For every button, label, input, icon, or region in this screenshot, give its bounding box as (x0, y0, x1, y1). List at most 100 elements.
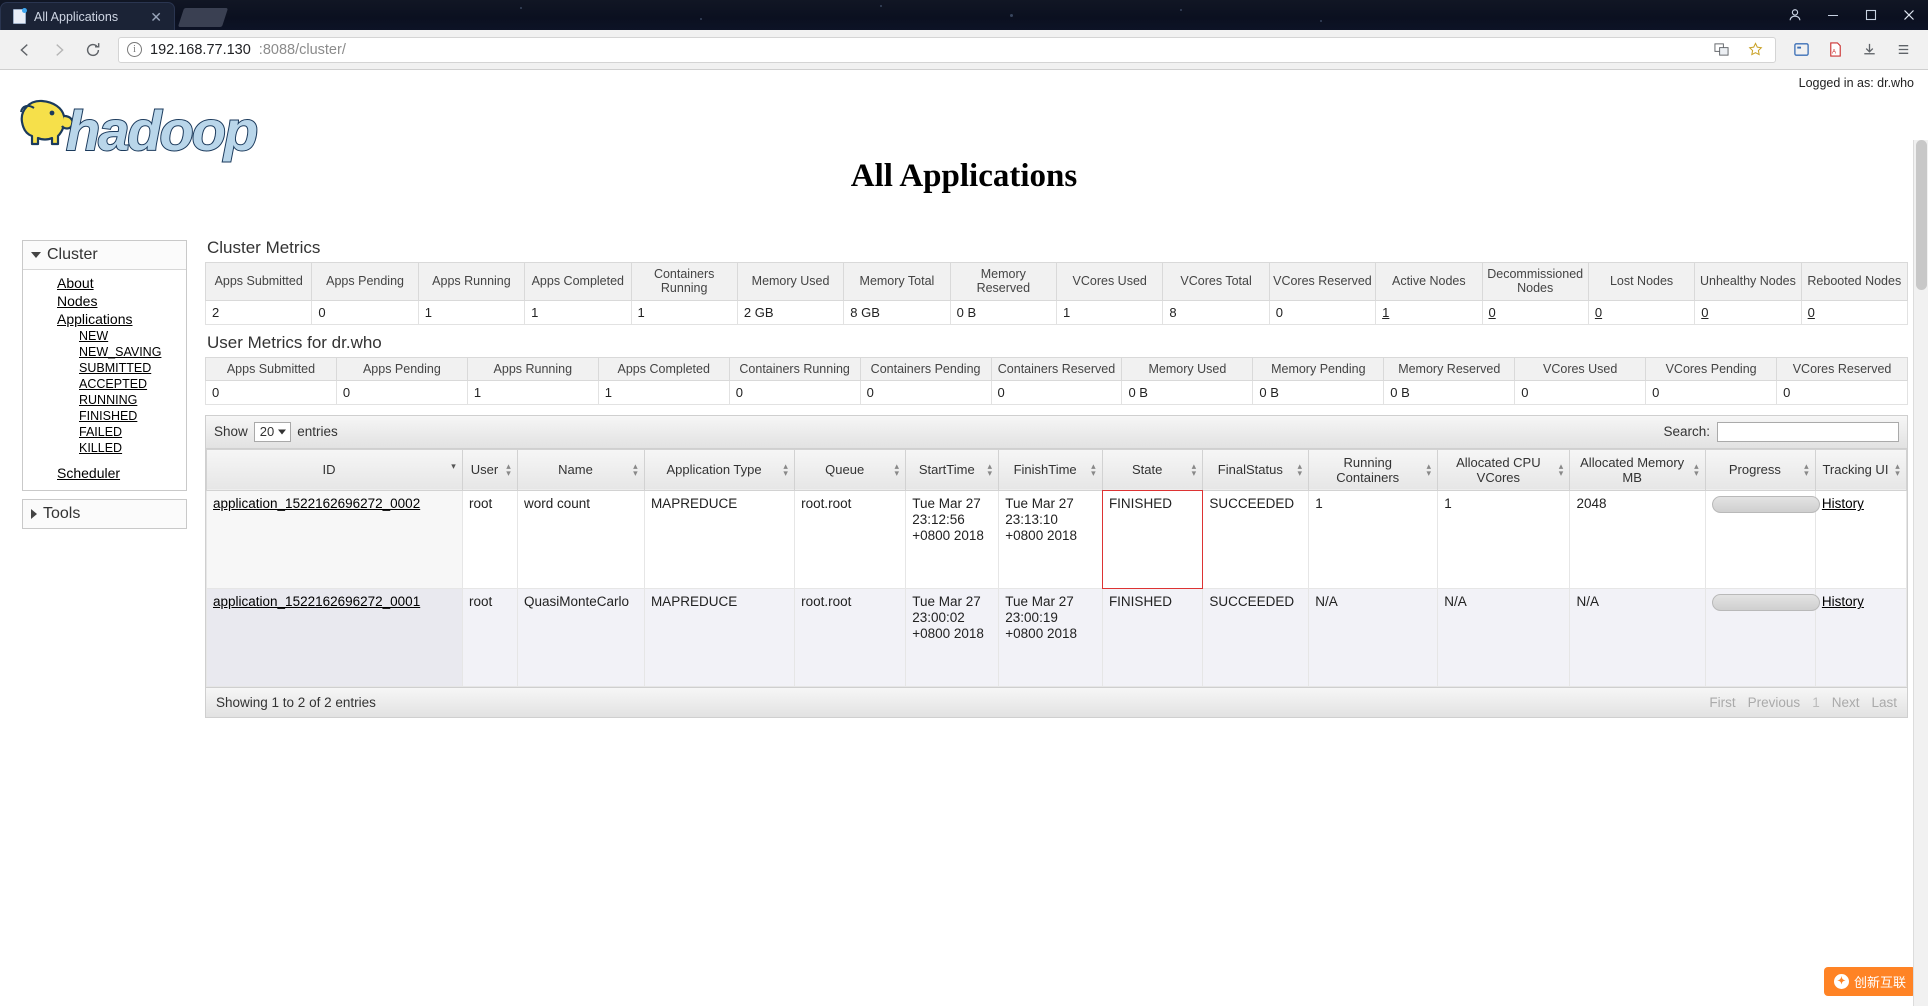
col-allocated-cpu-vcores[interactable]: Allocated CPU VCores ▴ ▾ (1437, 448, 1571, 492)
col-allocated-memory-mb[interactable]: Allocated Memory MB ▴ ▾ (1569, 448, 1706, 492)
sidebar-item-failed[interactable]: FAILED (23, 424, 186, 440)
entries-label: entries (297, 424, 338, 440)
cm-col-containers-running: Containers Running (630, 262, 738, 301)
sidebar-item-nodes[interactable]: Nodes (23, 292, 186, 310)
sidebar-item-accepted[interactable]: ACCEPTED (23, 376, 186, 392)
cm-col-unhealthy-nodes: Unhealthy Nodes (1694, 262, 1802, 301)
cell-tracking-ui[interactable]: History (1814, 588, 1908, 688)
page-icon (13, 8, 27, 24)
new-tab-button[interactable] (177, 8, 229, 27)
sidebar-item-scheduler[interactable]: Scheduler (23, 464, 186, 482)
cell-id[interactable]: application_1522162696272_0001 (206, 588, 463, 688)
minimize-icon[interactable] (1814, 0, 1852, 30)
col-queue[interactable]: Queue ▴ ▾ (794, 448, 907, 492)
col-tracking-ui[interactable]: Tracking UI ▴ ▾ (1814, 448, 1908, 492)
col-name-label: Name (558, 462, 593, 478)
col-state[interactable]: State ▴ ▾ (1101, 448, 1204, 492)
cm-val-active-nodes[interactable]: 1 (1375, 300, 1483, 325)
history-link[interactable]: History (1822, 496, 1864, 511)
cell-allocated-memory-mb: N/A (1569, 588, 1706, 688)
col-allocated-memory-mb-label: Allocated Memory MB (1580, 454, 1685, 486)
maximize-icon[interactable] (1852, 0, 1890, 30)
sidebar-item-killed[interactable]: KILLED (23, 440, 186, 456)
save-icon[interactable] (1854, 35, 1884, 65)
sidebar-item-about[interactable]: About (23, 274, 186, 292)
sidebar-item-new-saving[interactable]: NEW_SAVING (23, 344, 186, 360)
cm-val-lost-nodes[interactable]: 0 (1587, 300, 1696, 325)
sidebar-item-new[interactable]: NEW (23, 328, 186, 344)
sort-icon: ▴ ▾ (987, 461, 993, 479)
scrollbar-thumb[interactable] (1916, 140, 1927, 290)
user-metrics-table: Apps Submitted Apps Pending Apps Running… (205, 356, 1908, 405)
table-row[interactable]: application_1522162696272_0001 root Quas… (206, 588, 1908, 688)
cell-queue: root.root (794, 490, 907, 590)
history-link[interactable]: History (1822, 594, 1864, 609)
cm-val-unhealthy-nodes[interactable]: 0 (1694, 300, 1802, 325)
browser-titlebar: All Applications ✕ (0, 0, 1928, 30)
cm-val-vcores-total: 8 (1162, 300, 1270, 325)
pagination-previous[interactable]: Previous (1748, 695, 1801, 710)
sidebar-panel-tools: Tools (22, 499, 187, 529)
user-avatar-icon[interactable] (1776, 0, 1814, 30)
col-finalstatus[interactable]: FinalStatus ▴ ▾ (1202, 448, 1310, 492)
applications-table-header-row: ID ▾ User ▴ ▾ Name ▴ ▾ Application Type … (206, 448, 1908, 492)
um-col-vcores-reserved: VCores Reserved (1776, 356, 1908, 381)
col-user[interactable]: User ▴ ▾ (462, 448, 518, 492)
cm-val-memory-total: 8 GB (843, 300, 951, 325)
datatable-toolbar: Show 20 entries Search: (206, 415, 1907, 449)
user-metrics-value-row: 0 0 1 1 0 0 0 0 B 0 B 0 B 0 0 0 (205, 380, 1908, 405)
um-col-containers-reserved: Containers Reserved (990, 356, 1123, 381)
pagination: First Previous 1 Next Last (1709, 695, 1897, 710)
bookmark-star-icon[interactable] (1743, 38, 1767, 62)
pagination-page-1[interactable]: 1 (1812, 695, 1820, 710)
sidebar-item-finished[interactable]: FINISHED (23, 408, 186, 424)
extension-icon[interactable] (1786, 35, 1816, 65)
reload-icon[interactable] (78, 35, 108, 65)
cell-id[interactable]: application_1522162696272_0002 (206, 490, 463, 590)
sidebar-item-submitted[interactable]: SUBMITTED (23, 360, 186, 376)
sort-icon: ▴ ▾ (633, 461, 638, 479)
window-close-icon[interactable] (1890, 0, 1928, 30)
sidebar-item-running[interactable]: RUNNING (23, 392, 186, 408)
cm-val-rebooted-nodes[interactable]: 0 (1800, 300, 1909, 325)
cell-tracking-ui[interactable]: History (1814, 490, 1908, 590)
cm-col-lost-nodes: Lost Nodes (1587, 262, 1696, 301)
page-length-select[interactable]: 20 (253, 421, 292, 442)
pagination-first[interactable]: First (1709, 695, 1735, 710)
col-running-containers[interactable]: Running Containers ▴ ▾ (1308, 448, 1439, 492)
col-id[interactable]: ID ▾ (206, 448, 463, 492)
um-val-apps-pending: 0 (335, 380, 468, 405)
um-val-memory-reserved: 0 B (1383, 380, 1516, 405)
table-row[interactable]: application_1522162696272_0002 root word… (206, 490, 1908, 590)
sidebar-cluster-header[interactable]: Cluster (23, 241, 186, 270)
pagination-last[interactable]: Last (1871, 695, 1897, 710)
browser-navbar: i 192.168.77.130:8088/cluster/ A (0, 30, 1928, 70)
menu-icon[interactable] (1888, 35, 1918, 65)
col-finishtime[interactable]: FinishTime ▴ ▾ (998, 448, 1103, 492)
pdf-icon[interactable]: A (1820, 35, 1850, 65)
um-col-vcores-pending: VCores Pending (1645, 356, 1778, 381)
back-icon[interactable] (10, 35, 40, 65)
um-val-vcores-reserved: 0 (1776, 380, 1908, 405)
browser-tab-all-applications[interactable]: All Applications ✕ (0, 2, 175, 30)
site-info-icon[interactable]: i (127, 42, 142, 57)
sidebar-item-applications[interactable]: Applications (23, 310, 186, 328)
col-progress[interactable]: Progress ▴ ▾ (1704, 448, 1816, 492)
um-col-apps-completed: Apps Completed (597, 356, 730, 381)
col-name[interactable]: Name ▴ ▾ (517, 448, 645, 492)
col-starttime[interactable]: StartTime ▴ ▾ (905, 448, 1000, 492)
sidebar-tools-header[interactable]: Tools (23, 500, 186, 528)
close-icon[interactable]: ✕ (148, 10, 164, 24)
translate-icon[interactable] (1709, 38, 1733, 62)
pagination-next[interactable]: Next (1832, 695, 1860, 710)
search-input[interactable] (1717, 421, 1899, 442)
cell-allocated-memory-mb: 2048 (1569, 490, 1706, 590)
cell-application-type: MAPREDUCE (643, 588, 796, 688)
col-application-type[interactable]: Application Type ▴ ▾ (643, 448, 796, 492)
url-host: 192.168.77.130 (150, 41, 251, 58)
cm-val-decommissioned-nodes[interactable]: 0 (1481, 300, 1589, 325)
application-id-link[interactable]: application_1522162696272_0002 (213, 496, 420, 511)
application-id-link[interactable]: application_1522162696272_0001 (213, 594, 420, 609)
page-scrollbar[interactable] (1913, 140, 1928, 1006)
address-bar[interactable]: i 192.168.77.130:8088/cluster/ (118, 36, 1776, 63)
